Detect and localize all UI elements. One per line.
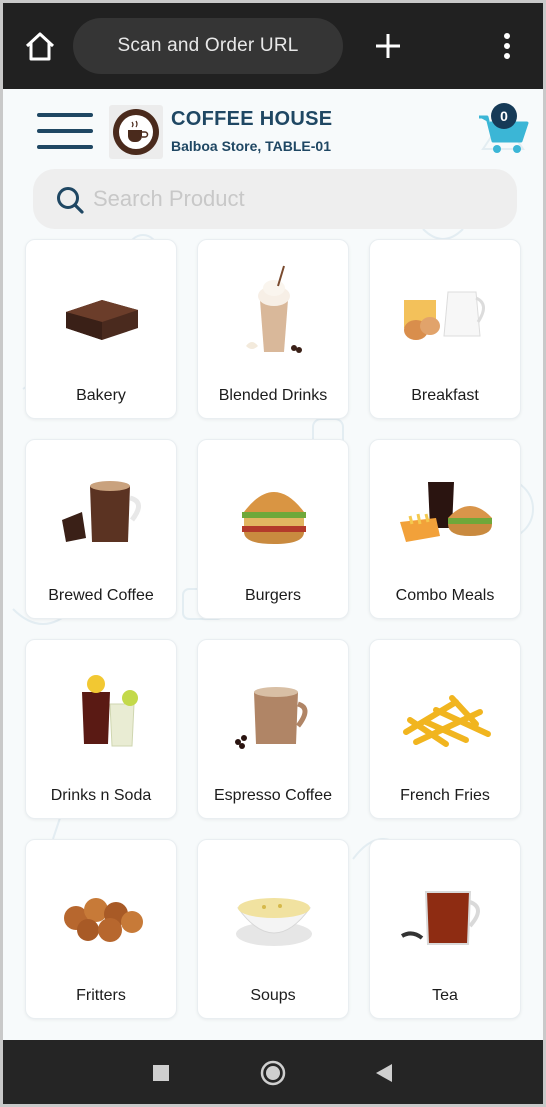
category-label: Breakfast [411, 387, 479, 404]
brownie-icon [66, 300, 138, 340]
search-bar [33, 169, 517, 229]
category-card-breakfast[interactable]: Breakfast [369, 239, 521, 419]
category-card-brewed-coffee[interactable]: Brewed Coffee [25, 439, 177, 619]
category-label: French Fries [400, 787, 490, 804]
combo-meal-icon [400, 482, 492, 542]
espresso-mug-icon [235, 687, 308, 749]
app-content: COFFEE HOUSE Balboa Store, TABLE-01 0 Se… [3, 89, 543, 1040]
category-grid: Bakery Blended Drinks Breakfast Brewed C… [25, 239, 525, 1019]
category-label: Tea [432, 987, 458, 1004]
menu-line [37, 129, 93, 133]
category-card-french-fries[interactable]: French Fries [369, 639, 521, 819]
url-bar[interactable]: Scan and Order URL [73, 18, 343, 74]
store-name: COFFEE HOUSE [171, 108, 333, 130]
url-text: Scan and Order URL [117, 35, 299, 56]
category-card-espresso-coffee[interactable]: Espresso Coffee [197, 639, 349, 819]
search-icon[interactable] [55, 185, 85, 215]
category-label: Soups [250, 987, 296, 1004]
category-label: Espresso Coffee [214, 787, 332, 804]
category-card-soups[interactable]: Soups [197, 839, 349, 1019]
plus-icon[interactable] [373, 31, 403, 61]
store-subtitle: Balboa Store, TABLE-01 [171, 138, 331, 154]
frappe-icon [246, 265, 302, 353]
burger-icon [242, 492, 306, 544]
category-card-fritters[interactable]: Fritters [25, 839, 177, 1019]
category-card-drinks-n-soda[interactable]: Drinks n Soda [25, 639, 177, 819]
milk-eggs-icon [404, 291, 485, 340]
cart-count-badge: 0 [491, 103, 517, 129]
category-label: Drinks n Soda [50, 787, 152, 804]
coffee-logo-icon [113, 109, 159, 155]
category-label: Burgers [244, 587, 302, 604]
menu-button[interactable] [37, 113, 93, 149]
phone-screen: Scan and Order URL COFFEE HOUSE Balboa S… [0, 0, 546, 1107]
fries-icon [403, 695, 491, 747]
category-card-tea[interactable]: Tea [369, 839, 521, 1019]
more-vert-icon[interactable] [499, 30, 515, 62]
store-logo [109, 105, 163, 159]
menu-line [37, 145, 93, 149]
tea-mug-icon [400, 891, 480, 945]
category-label: Fritters [76, 987, 126, 1004]
category-label: Brewed Coffee [48, 587, 154, 604]
fritters-icon [64, 898, 143, 942]
home-circle-icon[interactable] [260, 1060, 286, 1086]
soda-glasses-icon [82, 675, 138, 747]
browser-toolbar: Scan and Order URL [3, 3, 543, 89]
category-card-blended-drinks[interactable]: Blended Drinks [197, 239, 349, 419]
recents-square-icon[interactable] [153, 1065, 169, 1081]
category-label: Blended Drinks [218, 387, 328, 404]
search-input[interactable] [93, 169, 503, 229]
category-card-burgers[interactable]: Burgers [197, 439, 349, 619]
soup-bowl-icon [236, 898, 312, 946]
back-triangle-icon[interactable] [375, 1063, 393, 1083]
category-card-combo-meals[interactable]: Combo Meals [369, 439, 521, 619]
category-label: Bakery [76, 387, 126, 404]
coffee-mug-icon [62, 481, 141, 542]
system-navigation-bar [3, 1040, 543, 1104]
menu-line [37, 113, 93, 117]
home-icon[interactable] [23, 30, 57, 64]
category-card-bakery[interactable]: Bakery [25, 239, 177, 419]
category-label: Combo Meals [395, 587, 495, 604]
